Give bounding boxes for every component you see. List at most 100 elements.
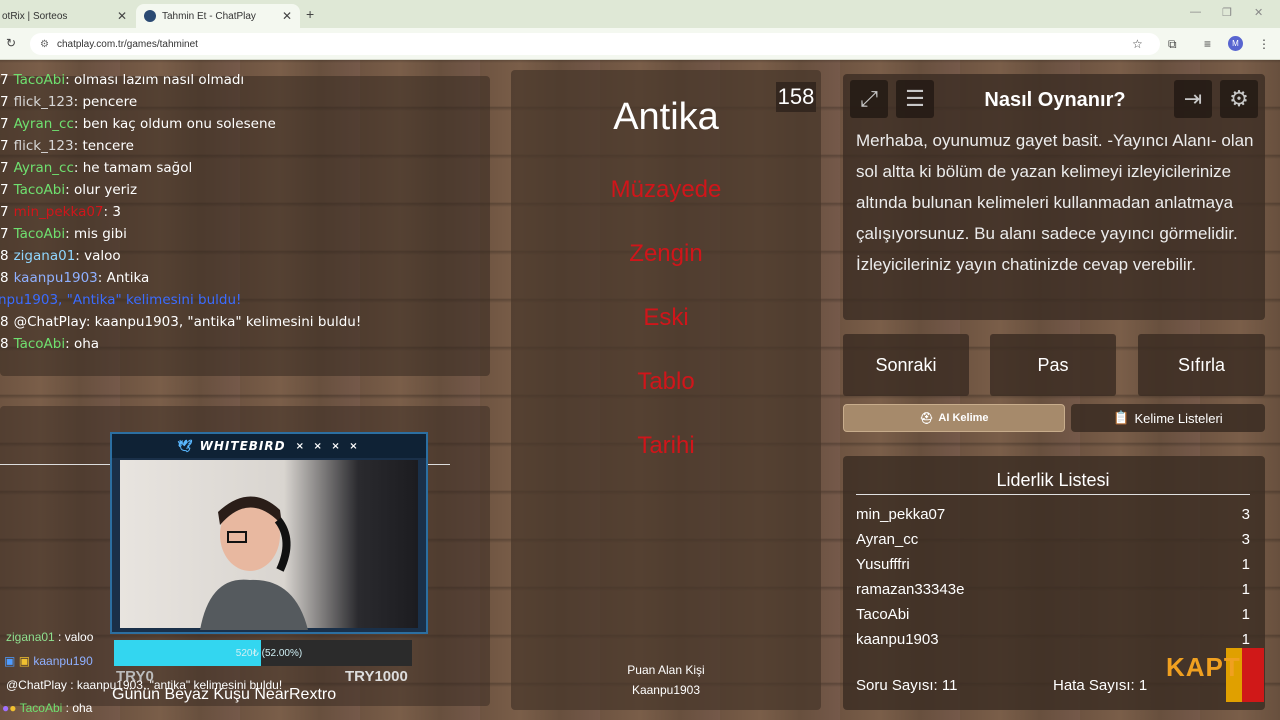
robot-icon: ⛑ xyxy=(919,412,934,425)
webcam-frame: 🕊 WHITEBIRD × × × × xyxy=(110,432,428,634)
tab-label: otRix | Sorteos xyxy=(2,10,68,22)
word-lists-label: Kelime Listeleri xyxy=(1134,410,1223,426)
leaderboard-title: Liderlik Listesi xyxy=(996,470,1110,490)
webcam-title-bar: 🕊 WHITEBIRD × × × × xyxy=(112,434,426,458)
media-control-icon[interactable]: ≡ xyxy=(1204,37,1211,51)
overlay-chat-user: TacoAbi xyxy=(19,701,63,715)
scorer-label: Puan Alan Kişi xyxy=(627,663,705,677)
chat-text: : tencere xyxy=(73,138,134,154)
chat-message: 7 min_pekka07: 3 xyxy=(0,204,121,220)
chat-username: @ChatPlay xyxy=(13,314,86,330)
scorer-name: Kaanpu1903 xyxy=(631,683,701,697)
reset-button[interactable]: Sıfırla xyxy=(1138,334,1265,396)
streamer-silhouette xyxy=(200,496,308,630)
address-bar: ↻ ⚙ chatplay.com.tr/games/tahminet ☆ ⧉ ≡… xyxy=(0,28,1280,60)
player-score: 1 xyxy=(1241,631,1250,648)
notes-icon[interactable]: ☰ xyxy=(896,80,934,118)
chat-username: flick_123 xyxy=(13,94,74,110)
chat-message: 8 zigana01: valoo xyxy=(0,248,121,264)
chat-time-fragment: 7 xyxy=(0,72,9,88)
streamer-logo: KAPT xyxy=(1166,648,1266,702)
chat-username: Ayran_cc xyxy=(13,160,74,176)
chat-username: TacoAbi xyxy=(13,182,66,198)
leaderboard-row: Ayran_cc 3 xyxy=(856,531,1250,548)
chat-username: min_pekka07 xyxy=(13,204,104,220)
leaderboard-row: kaanpu1903 1 xyxy=(856,631,1250,648)
minimize-icon[interactable]: — xyxy=(1190,6,1201,18)
player-score: 3 xyxy=(1241,531,1250,548)
avatar[interactable]: M xyxy=(1228,36,1243,51)
site-info-icon[interactable]: ⚙ xyxy=(40,39,49,50)
chat-time-fragment: 7 xyxy=(0,182,9,198)
ai-word-button[interactable]: ⛑ AI Kelime xyxy=(843,404,1065,432)
chat-text: : Antika xyxy=(97,270,150,286)
taboo-word: Müzayede xyxy=(610,176,722,203)
chat-text: : oha xyxy=(65,336,100,352)
maximize-icon[interactable]: ❐ xyxy=(1222,6,1232,19)
chat-username: TacoAbi xyxy=(13,226,66,242)
chat-message: 7 Ayran_cc: he tamam sağol xyxy=(0,160,192,176)
chat-text: : 3 xyxy=(103,204,121,220)
badge-icon: ▣ xyxy=(4,654,16,668)
overlay-chat-user: zigana01 xyxy=(6,630,55,644)
reload-icon[interactable]: ↻ xyxy=(6,36,16,50)
exit-icon[interactable]: ⇥ xyxy=(1174,80,1212,118)
logo-text: KAPT xyxy=(1166,652,1241,682)
chat-message: 7 TacoAbi: olur yeriz xyxy=(0,182,137,198)
leaderboard-row: Yusufffri 1 xyxy=(856,556,1250,573)
chat-message: 7 flick_123: pencere xyxy=(0,94,137,110)
player-name: Ayran_cc xyxy=(856,531,919,548)
player-score: 1 xyxy=(1241,606,1250,623)
leaderboard-row: min_pekka07 3 xyxy=(856,506,1250,523)
chat-time-fragment: 8 xyxy=(0,270,9,286)
chat-username: zigana01 xyxy=(13,248,76,264)
chat-time-fragment: 7 xyxy=(0,138,9,154)
menu-kebab-icon[interactable]: ⋮ xyxy=(1258,37,1270,51)
tab-sorteos[interactable]: otRix | Sorteos ✕ xyxy=(0,4,135,28)
chatplay-favicon-icon xyxy=(144,10,156,22)
tab-label: Tahmin Et - ChatPlay xyxy=(162,10,256,22)
chat-username: Ayran_cc xyxy=(13,116,74,132)
clipboard-icon: 📋 xyxy=(1113,410,1130,425)
pass-button[interactable]: Pas xyxy=(990,334,1116,396)
url-field[interactable]: ⚙ chatplay.com.tr/games/tahminet xyxy=(30,33,1160,55)
chat-message: npu1903, "Antika" kelimesini buldu! xyxy=(0,292,241,308)
player-name: min_pekka07 xyxy=(856,506,946,523)
overlay-chat-line: ●● TacoAbi : oha xyxy=(2,701,92,715)
close-tab-icon[interactable]: ✕ xyxy=(117,9,127,23)
taboo-word: Tablo xyxy=(637,368,695,395)
chat-username: TacoAbi xyxy=(13,336,66,352)
goal-max: TRY1000 xyxy=(345,668,408,685)
word-lists-button[interactable]: 📋 Kelime Listeleri xyxy=(1071,404,1265,432)
chat-text: npu1903, "Antika" kelimesini buldu! xyxy=(0,292,242,308)
chat-text: : pencere xyxy=(73,94,138,110)
leaderboard-row: TacoAbi 1 xyxy=(856,606,1250,623)
chat-message: 7 flick_123: tencere xyxy=(0,138,134,154)
bookmark-star-icon[interactable]: ☆ xyxy=(1132,37,1143,51)
overlay-chat-line: ▣ ▣ kaanpu190 xyxy=(4,654,93,668)
chat-time-fragment: 7 xyxy=(0,226,9,242)
player-score: 1 xyxy=(1241,556,1250,573)
error-count: Hata Sayısı: 1 xyxy=(1053,677,1148,694)
badge-icon: ● xyxy=(9,701,17,715)
chat-time-fragment: 8 xyxy=(0,336,9,352)
player-name: kaanpu1903 xyxy=(856,631,939,648)
fullscreen-icon[interactable]: ⤢ xyxy=(850,80,888,118)
taboo-word: Tarihi xyxy=(637,432,695,459)
player-score: 3 xyxy=(1241,506,1250,523)
next-button[interactable]: Sonraki xyxy=(843,334,969,396)
overlay-chat-msg: : valoo xyxy=(54,630,94,644)
extensions-icon[interactable]: ⧉ xyxy=(1168,37,1177,52)
tab-tahmin-et[interactable]: Tahmin Et - ChatPlay ✕ xyxy=(136,4,300,28)
chat-time-fragment: 7 xyxy=(0,116,9,132)
settings-gear-icon[interactable]: ⚙ xyxy=(1220,80,1258,118)
chat-text: : mis gibi xyxy=(65,226,127,242)
chat-message: 7 TacoAbi: mis gibi xyxy=(0,226,127,242)
webcam-marks: × × × × xyxy=(295,440,361,452)
close-tab-icon[interactable]: ✕ xyxy=(282,9,292,23)
new-tab-icon[interactable]: + xyxy=(306,6,314,22)
chat-text: : kaanpu1903, "antika" kelimesini buldu! xyxy=(85,314,362,330)
window-close-icon[interactable]: ✕ xyxy=(1254,6,1263,19)
leaderboard-row: ramazan33343e 1 xyxy=(856,581,1250,598)
chat-time-fragment: 8 xyxy=(0,314,9,330)
